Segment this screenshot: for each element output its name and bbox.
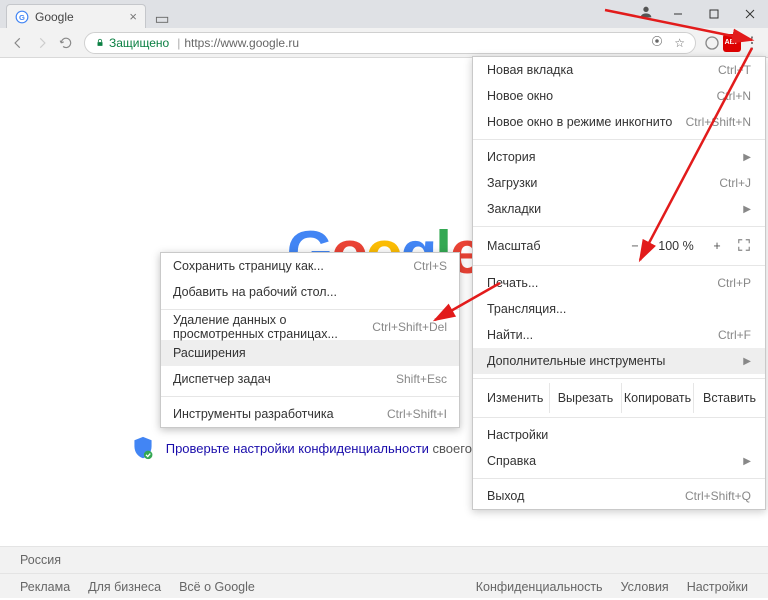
menu-history[interactable]: История▶ (473, 144, 765, 170)
google-favicon: G (15, 10, 29, 24)
menu-exit[interactable]: ВыходCtrl+Shift+Q (473, 483, 765, 509)
footer: Россия Реклама Для бизнеса Всё о Google … (0, 546, 768, 598)
chrome-menu-button[interactable]: ⋮ (742, 33, 762, 53)
footer-link-about[interactable]: Всё о Google (179, 580, 255, 594)
account-icon[interactable] (632, 4, 660, 25)
menu-incognito[interactable]: Новое окно в режиме инкогнитоCtrl+Shift+… (473, 109, 765, 135)
menu-find[interactable]: Найти...Ctrl+F (473, 322, 765, 348)
reload-button[interactable] (54, 31, 78, 55)
menu-cut[interactable]: Вырезать (549, 383, 621, 413)
submenu-add-desktop[interactable]: Добавить на рабочий стол... (161, 279, 459, 305)
chevron-right-icon: ▶ (743, 152, 751, 163)
menu-print[interactable]: Печать...Ctrl+P (473, 270, 765, 296)
back-button[interactable] (6, 31, 30, 55)
submenu-extensions[interactable]: Расширения (161, 340, 459, 366)
chrome-menu: Новая вкладкаCtrl+T Новое окноCtrl+N Нов… (472, 56, 766, 510)
omnibox[interactable]: Защищено | https://www.google.ru ☆ (84, 32, 696, 54)
menu-zoom: Масштаб − 100 % + (473, 231, 765, 261)
menu-paste[interactable]: Вставить (693, 383, 765, 413)
more-tools-submenu: Сохранить страницу как...Ctrl+S Добавить… (160, 252, 460, 428)
menu-cast[interactable]: Трансляция... (473, 296, 765, 322)
submenu-task-manager[interactable]: Диспетчер задачShift+Esc (161, 366, 459, 392)
close-window-button[interactable] (732, 0, 768, 28)
menu-new-tab[interactable]: Новая вкладкаCtrl+T (473, 57, 765, 83)
footer-link-settings[interactable]: Настройки (687, 580, 748, 594)
chevron-right-icon: ▶ (743, 204, 751, 215)
window-controls (632, 0, 768, 28)
browser-tab[interactable]: G Google × (6, 4, 146, 28)
star-icon[interactable]: ☆ (674, 36, 685, 50)
menu-bookmarks[interactable]: Закладки▶ (473, 196, 765, 222)
chevron-right-icon: ▶ (743, 356, 751, 367)
menu-new-window[interactable]: Новое окноCtrl+N (473, 83, 765, 109)
footer-link-terms[interactable]: Условия (621, 580, 669, 594)
tab-title: Google (35, 10, 74, 24)
menu-copy[interactable]: Копировать (621, 383, 693, 413)
adblock-icon[interactable]: ABP (722, 33, 742, 53)
menu-help[interactable]: Справка▶ (473, 448, 765, 474)
shield-icon (132, 436, 154, 463)
target-icon[interactable] (650, 34, 664, 51)
close-icon[interactable]: × (129, 9, 137, 24)
svg-text:G: G (19, 12, 25, 21)
minimize-button[interactable] (660, 0, 696, 28)
url-text: https://www.google.ru (184, 36, 299, 50)
fullscreen-icon[interactable] (737, 238, 751, 255)
forward-button[interactable] (30, 31, 54, 55)
submenu-clear-data[interactable]: Удаление данных о просмотренных страница… (161, 314, 459, 340)
submenu-save-as[interactable]: Сохранить страницу как...Ctrl+S (161, 253, 459, 279)
address-bar: Защищено | https://www.google.ru ☆ ABP ⋮ (0, 28, 768, 58)
zoom-out-button[interactable]: − (625, 239, 645, 253)
menu-downloads[interactable]: ЗагрузкиCtrl+J (473, 170, 765, 196)
zoom-value: 100 % (655, 239, 697, 253)
maximize-button[interactable] (696, 0, 732, 28)
new-tab-button[interactable]: ▭ (152, 10, 172, 28)
secure-badge: Защищено (95, 36, 169, 50)
chevron-right-icon: ▶ (743, 456, 751, 467)
menu-more-tools[interactable]: Дополнительные инструменты▶ (473, 348, 765, 374)
footer-country: Россия (0, 547, 768, 574)
extension-icon[interactable] (702, 33, 722, 53)
zoom-in-button[interactable]: + (707, 239, 727, 253)
submenu-devtools[interactable]: Инструменты разработчикаCtrl+Shift+I (161, 401, 459, 427)
footer-link-ads[interactable]: Реклама (20, 580, 70, 594)
privacy-link[interactable]: Проверьте настройки конфиденциальности (166, 441, 429, 456)
menu-settings[interactable]: Настройки (473, 422, 765, 448)
menu-edit-row: Изменить Вырезать Копировать Вставить (473, 383, 765, 413)
footer-link-business[interactable]: Для бизнеса (88, 580, 161, 594)
footer-link-privacy[interactable]: Конфиденциальность (476, 580, 603, 594)
